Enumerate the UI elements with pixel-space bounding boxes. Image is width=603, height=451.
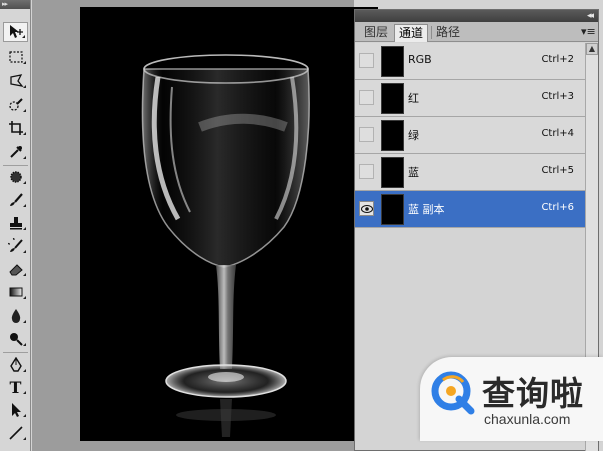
document-canvas[interactable] [80,7,378,441]
channel-name: RGB [408,53,432,66]
tools-divider [3,352,28,353]
channel-name: 绿 [408,129,419,142]
panel-titlebar: ◂◂ [355,10,598,22]
channel-name: 蓝 副本 [408,203,445,216]
watermark: 查询啦 chaxunla.com [420,357,603,441]
tools-divider [3,165,28,166]
tools-panel-header[interactable]: ▸▸ [0,0,30,9]
channel-shortcut: Ctrl+5 [541,165,574,176]
path-selection-tool-icon[interactable] [3,400,28,420]
channel-row[interactable]: RGB Ctrl+2 [355,43,585,80]
blur-tool-icon[interactable] [3,306,28,326]
visibility-toggle[interactable] [359,90,374,105]
type-tool-icon[interactable]: T [3,377,28,397]
channel-row[interactable]: 绿 Ctrl+4 [355,117,585,154]
channel-name: 蓝 [408,166,419,179]
line-tool-icon[interactable] [3,423,28,443]
channel-thumbnail [381,157,404,188]
collapse-icon[interactable]: ◂◂ [587,11,594,21]
channel-thumbnail [381,46,404,77]
watermark-title: 查询啦 [482,374,584,413]
pen-tool-icon[interactable] [3,355,28,375]
channel-thumbnail [381,120,404,151]
visibility-toggle[interactable] [359,164,374,179]
clone-stamp-tool-icon[interactable] [3,213,28,233]
channel-shortcut: Ctrl+2 [541,54,574,65]
gradient-tool-icon[interactable] [3,282,28,302]
lasso-tool-icon[interactable] [3,71,28,91]
tab-layers[interactable]: 图层 [360,24,392,42]
tools-panel: ▸▸ T [0,0,31,451]
channel-name: 红 [408,92,419,105]
channel-shortcut: Ctrl+4 [541,128,574,139]
tab-paths[interactable]: 路径 [432,24,464,42]
quick-selection-tool-icon[interactable] [3,95,28,115]
scroll-up-icon[interactable]: ▲ [586,43,598,55]
channel-shortcut: Ctrl+6 [541,202,574,213]
brush-tool-icon[interactable] [3,190,28,210]
channel-shortcut: Ctrl+3 [541,91,574,102]
marquee-tool-icon[interactable] [3,47,28,67]
eraser-tool-icon[interactable] [3,259,28,279]
crop-tool-icon[interactable] [3,118,28,138]
move-tool-icon[interactable] [3,22,28,42]
channel-thumbnail [381,194,404,225]
channel-row[interactable]: 红 Ctrl+3 [355,80,585,117]
channel-list: RGB Ctrl+2 红 Ctrl+3 绿 Ctrl+4 蓝 Ctrl+5 蓝 … [355,43,585,228]
visibility-toggle[interactable] [359,127,374,142]
channel-row[interactable]: 蓝 Ctrl+5 [355,154,585,191]
document-workspace [32,0,378,451]
spot-healing-tool-icon[interactable] [3,167,28,187]
visibility-toggle[interactable] [359,53,374,68]
watermark-logo [431,371,475,415]
channel-row[interactable]: 蓝 副本 Ctrl+6 [355,191,585,228]
eyedropper-tool-icon[interactable] [3,142,28,162]
eye-icon [360,204,373,213]
type-tool-glyph: T [9,377,22,397]
panel-tabs: 图层 通道 路径 ▾≡ [355,22,598,42]
history-brush-tool-icon[interactable] [3,236,28,256]
tab-channels[interactable]: 通道 [394,24,429,42]
wine-glass-photo [141,54,310,437]
watermark-url: chaxunla.com [484,411,571,427]
dodge-tool-icon[interactable] [3,329,28,349]
panel-menu-icon[interactable]: ▾≡ [581,26,596,38]
channel-thumbnail [381,83,404,114]
visibility-toggle[interactable] [359,201,374,216]
